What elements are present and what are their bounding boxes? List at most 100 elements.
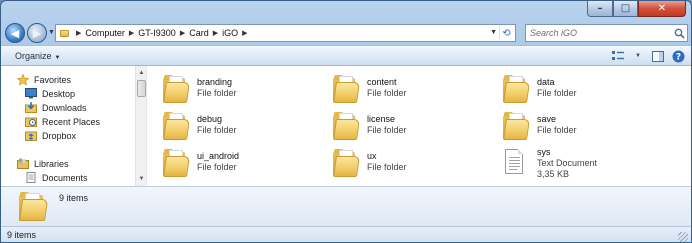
- file-item-save[interactable]: save File folder: [503, 108, 663, 142]
- file-item-license[interactable]: license File folder: [333, 108, 493, 142]
- folder-icon: [163, 110, 190, 140]
- file-item-debug[interactable]: debug File folder: [163, 108, 323, 142]
- favorites-header[interactable]: Favorites: [17, 73, 71, 86]
- navigation-scrollbar[interactable]: ▲ ▼: [135, 66, 146, 186]
- folder-icon: [333, 147, 360, 177]
- search-box[interactable]: Search iGO: [525, 24, 688, 42]
- file-size: 3,35 KB: [537, 168, 570, 179]
- chevron-right-icon[interactable]: ▶: [242, 29, 247, 37]
- sidebar-item-label: Desktop: [42, 88, 76, 99]
- file-type: File folder: [367, 125, 407, 135]
- minimize-button[interactable]: –: [587, 1, 613, 17]
- command-bar: Organize ▼ ▼ ?: [1, 45, 691, 66]
- file-type: File folder: [367, 162, 407, 172]
- refresh-icon[interactable]: ⟲: [499, 26, 513, 40]
- maximize-button[interactable]: □: [613, 1, 638, 17]
- file-type: Text Document: [537, 157, 598, 168]
- file-item-content[interactable]: content File folder: [333, 71, 493, 105]
- folder-icon: [163, 73, 190, 103]
- sidebar-item-documents[interactable]: Documents: [25, 171, 88, 184]
- back-arrow-icon: ◀: [10, 27, 20, 40]
- sidebar-item-label: Dropbox: [42, 130, 77, 141]
- folder-icon: [333, 110, 360, 140]
- chevron-right-icon[interactable]: ▶: [180, 29, 185, 37]
- title-bar: – □ ✕: [1, 1, 691, 21]
- file-list: branding File folder content File folder d…: [151, 66, 691, 186]
- libraries-header[interactable]: Libraries: [17, 157, 69, 170]
- sidebar-item-desktop[interactable]: Desktop: [25, 87, 75, 100]
- chevron-right-icon[interactable]: ▶: [213, 29, 218, 37]
- folder-icon: [60, 29, 69, 37]
- file-name: ux: [367, 151, 377, 161]
- address-bar[interactable]: ▶ Computer ▶ GT-I9300 ▶ Card ▶ iGO ▶ ▼ ⟲: [55, 24, 516, 42]
- file-type: File folder: [197, 88, 237, 98]
- explorer-window: – □ ✕ ◀ ▶ ▼ ▶ Computer ▶ GT-I9300 ▶ Card…: [0, 0, 692, 243]
- scrollbar-thumb[interactable]: [137, 80, 146, 97]
- organize-label: Organize: [15, 50, 52, 61]
- file-name: save: [537, 114, 557, 124]
- sidebar-item-recent-places[interactable]: Recent Places: [25, 115, 100, 128]
- dropbox-icon: [25, 130, 37, 142]
- documents-library-icon: [25, 172, 37, 184]
- libraries-icon: [17, 158, 29, 170]
- file-item-ux[interactable]: ux File folder: [333, 145, 493, 179]
- chevron-right-icon[interactable]: ▶: [129, 29, 134, 37]
- file-name: sys: [537, 146, 551, 157]
- forward-button[interactable]: ▶: [27, 23, 47, 43]
- folder-icon: [333, 73, 360, 103]
- file-type: File folder: [197, 125, 237, 135]
- folder-icon: [503, 110, 530, 140]
- file-item-ui-android[interactable]: ui_android File folder: [163, 145, 323, 179]
- libraries-label: Libraries: [34, 158, 69, 169]
- view-options-dropdown-icon[interactable]: ▼: [631, 49, 645, 63]
- scroll-up-icon[interactable]: ▲: [137, 68, 146, 77]
- forward-arrow-icon: ▶: [32, 27, 42, 40]
- folder-icon: [503, 73, 530, 103]
- breadcrumb-card[interactable]: Card: [189, 28, 209, 38]
- search-icon[interactable]: [671, 25, 687, 41]
- sidebar-item-dropbox[interactable]: Dropbox: [25, 129, 76, 142]
- file-name: debug: [197, 114, 223, 124]
- breadcrumb-igo[interactable]: iGO: [222, 28, 238, 38]
- recent-pages-dropdown-icon[interactable]: ▼: [48, 29, 55, 36]
- status-text: 9 items: [7, 230, 37, 240]
- resize-grip-icon[interactable]: [678, 232, 688, 242]
- preview-pane-icon[interactable]: [651, 49, 665, 63]
- navigation-bar: ◀ ▶ ▼ ▶ Computer ▶ GT-I9300 ▶ Card ▶ iGO…: [1, 21, 691, 45]
- breadcrumb-computer[interactable]: Computer: [85, 28, 125, 38]
- file-name: ui_android: [197, 151, 240, 161]
- downloads-icon: [25, 102, 37, 114]
- file-type: File folder: [197, 162, 237, 172]
- breadcrumb-device[interactable]: GT-I9300: [138, 28, 176, 38]
- favorites-label: Favorites: [34, 74, 72, 85]
- navigation-pane: Favorites Desktop Downloads Recent Place…: [1, 66, 147, 186]
- sidebar-item-downloads[interactable]: Downloads: [25, 101, 87, 114]
- chevron-down-icon: ▼: [54, 54, 61, 61]
- sidebar-item-label: Documents: [42, 172, 88, 183]
- change-view-icon[interactable]: [611, 49, 625, 63]
- recent-places-icon: [25, 116, 37, 128]
- folder-icon: [163, 147, 190, 177]
- file-name: license: [367, 114, 396, 124]
- file-item-data[interactable]: data File folder: [503, 71, 663, 105]
- file-name: branding: [197, 77, 233, 87]
- organize-button[interactable]: Organize ▼: [15, 51, 60, 61]
- chevron-right-icon[interactable]: ▶: [76, 29, 81, 37]
- help-icon[interactable]: ?: [671, 49, 685, 63]
- star-icon: [17, 73, 29, 86]
- text-document-icon: [503, 148, 527, 178]
- file-item-branding[interactable]: branding File folder: [163, 71, 323, 105]
- file-name: data: [537, 77, 555, 87]
- svg-text:?: ?: [675, 52, 680, 62]
- details-pane: 9 items: [1, 186, 691, 226]
- item-count: 9 items: [59, 193, 89, 203]
- back-button[interactable]: ◀: [5, 23, 25, 43]
- scroll-down-icon[interactable]: ▼: [137, 174, 146, 183]
- desktop-icon: [25, 88, 37, 100]
- sidebar-item-label: Downloads: [42, 102, 87, 113]
- file-type: File folder: [537, 88, 577, 98]
- close-button[interactable]: ✕: [638, 1, 686, 17]
- file-item-sys[interactable]: sys Text Document 3,35 KB: [503, 145, 663, 181]
- search-placeholder[interactable]: Search iGO: [530, 28, 671, 38]
- address-history-dropdown-icon[interactable]: ▼: [490, 29, 497, 36]
